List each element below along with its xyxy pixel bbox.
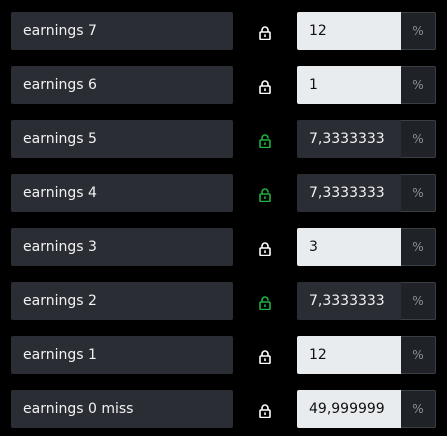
lock-closed-icon[interactable] — [257, 239, 273, 259]
percent-unit: % — [401, 174, 436, 212]
earnings-label: earnings 0 miss — [11, 390, 233, 428]
percent-unit: % — [401, 282, 436, 320]
lock-closed-icon[interactable] — [257, 401, 273, 421]
earnings-label: earnings 4 — [11, 174, 233, 212]
earnings-label: earnings 1 — [11, 336, 233, 374]
earnings-label: earnings 2 — [11, 282, 233, 320]
percent-unit: % — [401, 66, 436, 104]
lock-closed-icon[interactable] — [257, 77, 273, 97]
earnings-row: earnings 0 miss 49,999999% — [0, 390, 447, 428]
earnings-row: earnings 2 7,3333333% — [0, 282, 447, 320]
percentage-input[interactable]: 49,999999 — [297, 390, 401, 428]
lock-open-icon[interactable] — [257, 131, 273, 151]
lock-closed-icon[interactable] — [257, 23, 273, 43]
percentage-input[interactable]: 12 — [297, 12, 401, 50]
earnings-row: earnings 7 12% — [0, 12, 447, 50]
earnings-label: earnings 6 — [11, 66, 233, 104]
earnings-label: earnings 3 — [11, 228, 233, 266]
percent-unit: % — [401, 390, 436, 428]
earnings-row: earnings 4 7,3333333% — [0, 174, 447, 212]
earnings-row: earnings 5 7,3333333% — [0, 120, 447, 158]
percent-unit: % — [401, 336, 436, 374]
percent-unit: % — [401, 120, 436, 158]
earnings-label: earnings 7 — [11, 12, 233, 50]
percentage-input[interactable]: 3 — [297, 228, 401, 266]
lock-open-icon[interactable] — [257, 293, 273, 313]
earnings-label: earnings 5 — [11, 120, 233, 158]
percent-unit: % — [401, 228, 436, 266]
percentage-input[interactable]: 1 — [297, 66, 401, 104]
percent-unit: % — [401, 12, 436, 50]
percentage-input[interactable]: 12 — [297, 336, 401, 374]
earnings-row: earnings 1 12% — [0, 336, 447, 374]
lock-closed-icon[interactable] — [257, 347, 273, 367]
percentage-input[interactable]: 7,3333333 — [297, 174, 401, 212]
earnings-row: earnings 6 1% — [0, 66, 447, 104]
lock-open-icon[interactable] — [257, 185, 273, 205]
percentage-input[interactable]: 7,3333333 — [297, 120, 401, 158]
percentage-input[interactable]: 7,3333333 — [297, 282, 401, 320]
earnings-row: earnings 3 3% — [0, 228, 447, 266]
